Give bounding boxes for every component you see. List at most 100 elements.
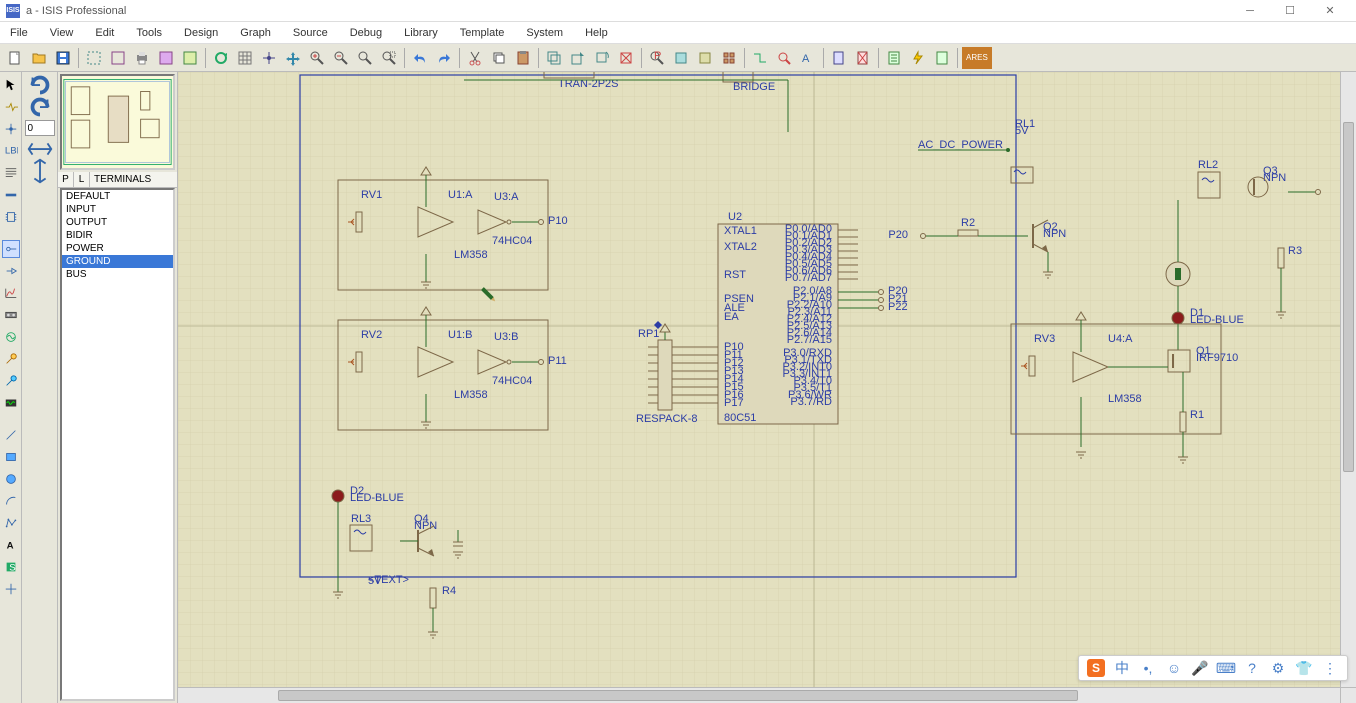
block-move-icon[interactable] — [567, 47, 589, 69]
packaging-tool-icon[interactable] — [694, 47, 716, 69]
list-item[interactable]: OUTPUT — [62, 216, 173, 229]
bus-mode-icon[interactable] — [2, 186, 20, 204]
block-rotate-icon[interactable] — [591, 47, 613, 69]
open-file-icon[interactable] — [28, 47, 50, 69]
export-region-icon[interactable] — [107, 47, 129, 69]
new-file-icon[interactable] — [4, 47, 26, 69]
markers-icon[interactable] — [2, 580, 20, 598]
terminals-mode-icon[interactable] — [2, 240, 20, 258]
device-pins-icon[interactable] — [2, 262, 20, 280]
2d-box-icon[interactable] — [2, 448, 20, 466]
new-sheet-icon[interactable] — [828, 47, 850, 69]
2d-circle-icon[interactable] — [2, 470, 20, 488]
redo-icon[interactable] — [433, 47, 455, 69]
undo-icon[interactable] — [409, 47, 431, 69]
ime-logo-icon[interactable]: S — [1087, 659, 1105, 677]
block-delete-icon[interactable] — [615, 47, 637, 69]
menu-design[interactable]: Design — [180, 25, 222, 41]
ime-voice-icon[interactable]: 🎤 — [1191, 659, 1209, 677]
object-selector-list[interactable]: DEFAULT INPUT OUTPUT BIDIR POWER GROUND … — [60, 188, 175, 701]
text-script-icon[interactable] — [2, 164, 20, 182]
set-area-icon[interactable] — [179, 47, 201, 69]
menu-view[interactable]: View — [46, 25, 78, 41]
tape-recorder-icon[interactable] — [2, 306, 20, 324]
property-assignment-icon[interactable]: A — [797, 47, 819, 69]
wire-autoroute-icon[interactable] — [749, 47, 771, 69]
menu-system[interactable]: System — [522, 25, 567, 41]
origin-icon[interactable] — [258, 47, 280, 69]
paste-icon[interactable] — [512, 47, 534, 69]
zoom-area-icon[interactable] — [378, 47, 400, 69]
electrical-check-icon[interactable] — [907, 47, 929, 69]
list-item[interactable]: BUS — [62, 268, 173, 281]
ime-emoji-icon[interactable]: ☺ — [1165, 659, 1183, 677]
component-mode-icon[interactable] — [2, 98, 20, 116]
copy-icon[interactable] — [488, 47, 510, 69]
virtual-instruments-icon[interactable] — [2, 394, 20, 412]
voltage-probe-icon[interactable] — [2, 350, 20, 368]
ime-help-icon[interactable]: ? — [1243, 659, 1261, 677]
bill-of-materials-icon[interactable] — [883, 47, 905, 69]
list-item[interactable]: GROUND — [62, 255, 173, 268]
mark-outputs-icon[interactable] — [155, 47, 177, 69]
ares-button[interactable]: ARES — [962, 47, 992, 69]
decompose-icon[interactable] — [718, 47, 740, 69]
exclude-from-pcb-icon[interactable] — [852, 47, 874, 69]
ime-punct-icon[interactable]: •, — [1139, 659, 1157, 677]
menu-tools[interactable]: Tools — [132, 25, 166, 41]
2d-path-icon[interactable] — [2, 514, 20, 532]
zoom-in-icon[interactable] — [306, 47, 328, 69]
current-probe-icon[interactable] — [2, 372, 20, 390]
block-copy-icon[interactable] — [543, 47, 565, 69]
list-item[interactable]: INPUT — [62, 203, 173, 216]
search-icon[interactable] — [773, 47, 795, 69]
junction-mode-icon[interactable] — [2, 120, 20, 138]
grid-icon[interactable] — [234, 47, 256, 69]
overview-panel[interactable] — [60, 74, 175, 170]
cut-icon[interactable] — [464, 47, 486, 69]
subcircuit-icon[interactable] — [2, 208, 20, 226]
minimize-button[interactable]: ─ — [1230, 0, 1270, 22]
maximize-button[interactable]: ☐ — [1270, 0, 1310, 22]
2d-arc-icon[interactable] — [2, 492, 20, 510]
netlist-icon[interactable] — [931, 47, 953, 69]
list-item[interactable]: DEFAULT — [62, 190, 173, 203]
graph-mode-icon[interactable] — [2, 284, 20, 302]
wire-label-icon[interactable]: LBL — [2, 142, 20, 160]
zoom-out-icon[interactable] — [330, 47, 352, 69]
pick-tool-icon[interactable]: P — [646, 47, 668, 69]
2d-text-icon[interactable]: A — [2, 536, 20, 554]
library-button[interactable]: L — [74, 172, 90, 187]
list-item[interactable]: POWER — [62, 242, 173, 255]
flip-vertical-icon[interactable] — [25, 162, 55, 180]
ime-more-icon[interactable]: ⋮ — [1321, 659, 1339, 677]
menu-library[interactable]: Library — [400, 25, 442, 41]
generator-mode-icon[interactable] — [2, 328, 20, 346]
print-icon[interactable] — [131, 47, 153, 69]
menu-template[interactable]: Template — [456, 25, 509, 41]
menu-file[interactable]: File — [6, 25, 32, 41]
menu-graph[interactable]: Graph — [236, 25, 275, 41]
import-region-icon[interactable] — [83, 47, 105, 69]
ime-keyboard-icon[interactable]: ⌨ — [1217, 659, 1235, 677]
ime-lang-icon[interactable]: 中 — [1113, 659, 1131, 677]
make-device-icon[interactable] — [670, 47, 692, 69]
pick-devices-button[interactable]: P — [58, 172, 74, 187]
list-item[interactable]: BIDIR — [62, 229, 173, 242]
symbol-icon[interactable]: S — [2, 558, 20, 576]
ime-skin-icon[interactable]: 👕 — [1295, 659, 1313, 677]
schematic-canvas[interactable]: TRAN-2P2S BRIDGE RL1 5V AC_DC_POWER RV1 — [178, 72, 1356, 703]
refresh-icon[interactable] — [210, 47, 232, 69]
save-icon[interactable] — [52, 47, 74, 69]
horizontal-scrollbar[interactable] — [178, 687, 1340, 703]
vertical-scrollbar[interactable] — [1340, 72, 1356, 687]
menu-debug[interactable]: Debug — [346, 25, 386, 41]
pan-icon[interactable] — [282, 47, 304, 69]
2d-line-icon[interactable] — [2, 426, 20, 444]
menu-source[interactable]: Source — [289, 25, 332, 41]
menu-help[interactable]: Help — [581, 25, 612, 41]
ime-toolbar[interactable]: S 中 •, ☺ 🎤 ⌨ ? ⚙ 👕 ⋮ — [1078, 655, 1348, 681]
selection-mode-icon[interactable] — [2, 76, 20, 94]
menu-edit[interactable]: Edit — [91, 25, 118, 41]
close-button[interactable]: ✕ — [1310, 0, 1350, 22]
